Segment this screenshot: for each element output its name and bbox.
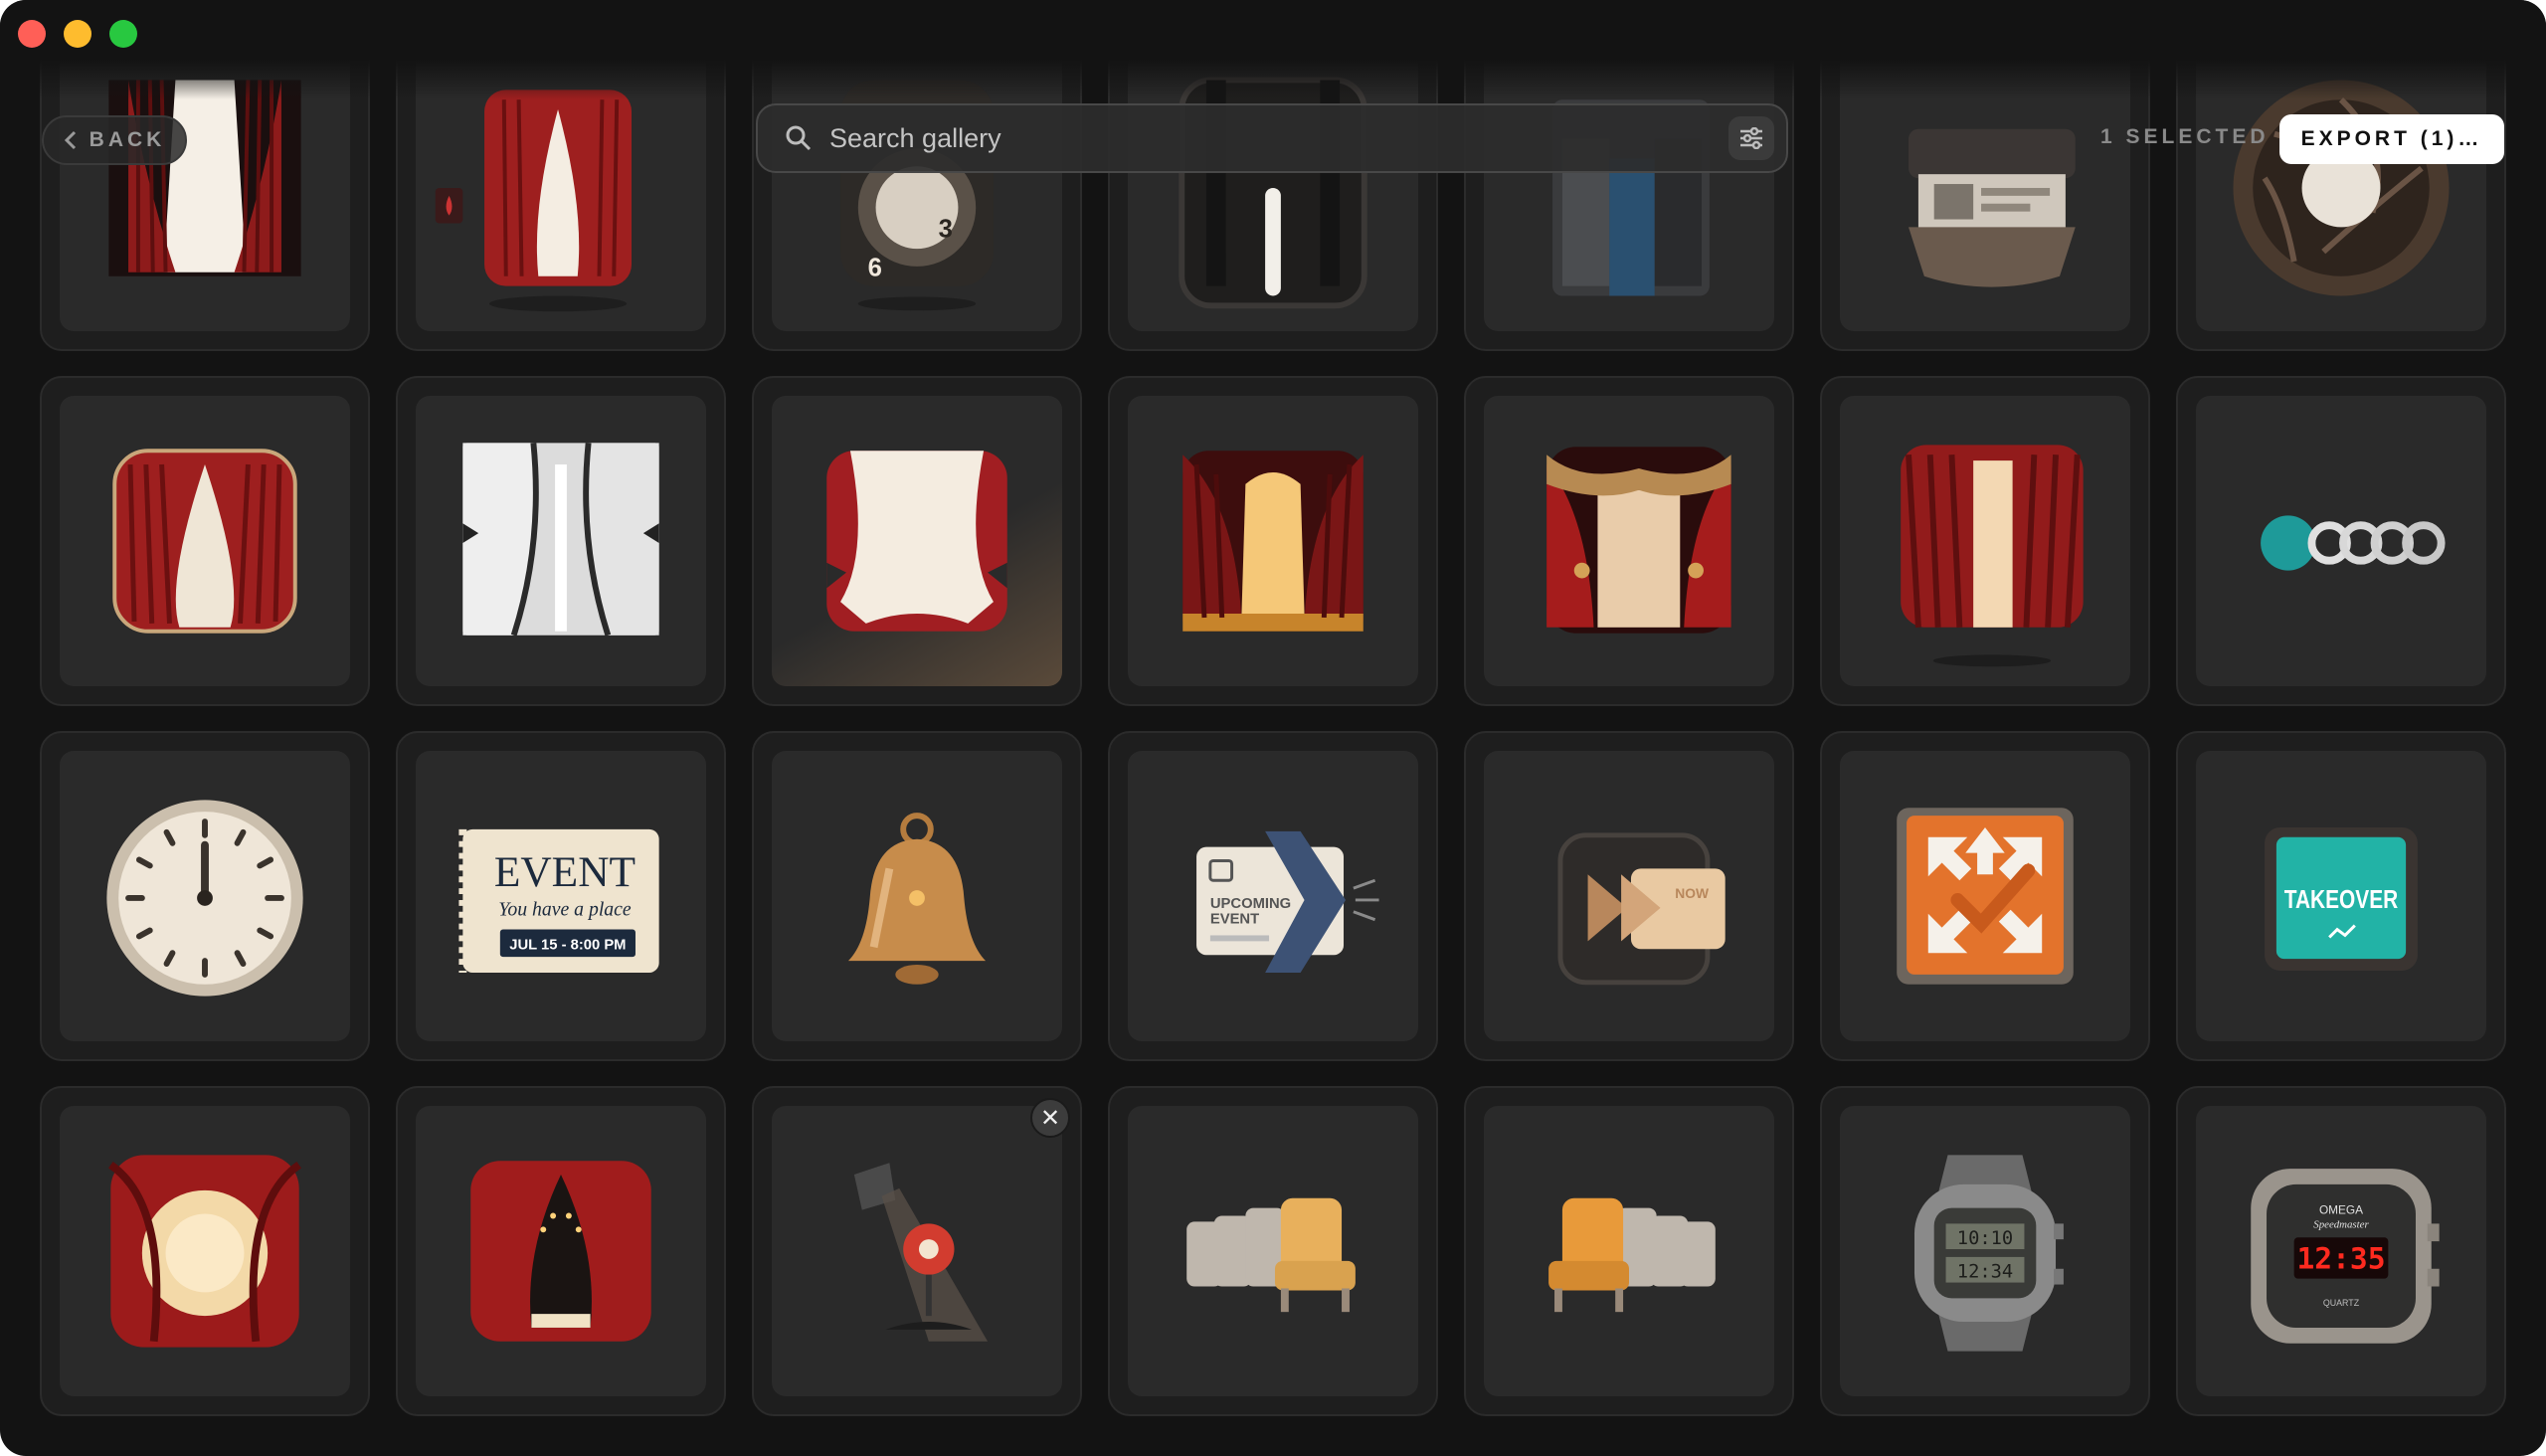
filter-button[interactable] xyxy=(1728,116,1774,160)
gallery-tile[interactable] xyxy=(1464,1086,1794,1416)
event-ticket-date: JUL 15 - 8:00 PM xyxy=(509,937,626,953)
close-window-button[interactable] xyxy=(18,20,46,48)
search-bar[interactable]: Search gallery xyxy=(756,103,1788,173)
white-curtain-panels-icon xyxy=(416,396,706,686)
gallery-tile[interactable] xyxy=(40,731,370,1061)
gallery-tile[interactable] xyxy=(2176,376,2506,706)
search-icon xyxy=(786,125,812,151)
red-curtain-app-icon xyxy=(60,396,350,686)
gallery-tile[interactable]: 10:10 12:34 xyxy=(1820,1086,2150,1416)
gallery-tile[interactable]: NOW xyxy=(1464,731,1794,1061)
event-ticket-icon: EVENT You have a place JUL 15 - 8:00 PM xyxy=(416,751,706,1041)
red-curtain-flat-icon xyxy=(772,396,1062,686)
export-button[interactable]: EXPORT (1)… xyxy=(2279,114,2504,164)
gallery-tile[interactable] xyxy=(1108,376,1438,706)
minimize-window-button[interactable] xyxy=(64,20,91,48)
event-ticket-title: EVENT xyxy=(494,848,636,896)
omega-speedmaster-watch-icon: OMEGA Speedmaster 12:35 QUARTZ xyxy=(2196,1106,2486,1396)
gallery-tile[interactable] xyxy=(1464,376,1794,706)
stage-curtain-light-beam-icon xyxy=(1840,396,2130,686)
back-button[interactable]: BACK xyxy=(42,115,187,165)
curtain-glow-circle-icon xyxy=(60,1106,350,1396)
gallery-tile[interactable]: EVENT You have a place JUL 15 - 8:00 PM xyxy=(396,731,726,1061)
bell-icon xyxy=(772,751,1062,1041)
gallery-tile[interactable] xyxy=(396,1086,726,1416)
wristwatch-time-top: 10:10 xyxy=(1957,1228,2013,1249)
back-button-label: BACK xyxy=(89,128,166,151)
gallery-tile[interactable] xyxy=(396,376,726,706)
remove-tile-button[interactable]: ✕ xyxy=(1030,1098,1070,1138)
event-ticket-subtitle: You have a place xyxy=(498,899,632,921)
gallery-tile[interactable] xyxy=(40,1086,370,1416)
fast-forward-card-icon: NOW xyxy=(1484,751,1774,1041)
curtain-stage-lights-icon xyxy=(416,1106,706,1396)
wall-clock-icon xyxy=(60,751,350,1041)
gallery-tile[interactable]: TAKEOVER xyxy=(2176,731,2506,1061)
digital-wristwatch-icon: 10:10 12:34 xyxy=(1840,1106,2130,1396)
app-window: 3 6 EVENT You have a place JUL 15 - 8:00… xyxy=(0,0,2546,1456)
gallery-tile-selected[interactable] xyxy=(752,376,1082,706)
svg-text:3: 3 xyxy=(939,215,953,243)
gallery-tile[interactable] xyxy=(1108,1086,1438,1416)
upcoming-event-line1: UPCOMING xyxy=(1210,896,1291,912)
search-input[interactable]: Search gallery xyxy=(829,123,1001,154)
progress-dots-icon xyxy=(2196,396,2486,686)
gallery-tile[interactable]: OMEGA Speedmaster 12:35 QUARTZ xyxy=(2176,1086,2506,1416)
watch-brand: OMEGA xyxy=(2319,1203,2363,1217)
sliders-icon xyxy=(1740,127,1762,149)
gallery-tile[interactable] xyxy=(1820,731,2150,1061)
gallery-tile[interactable] xyxy=(40,376,370,706)
watch-movement: QUARTZ xyxy=(2323,1298,2360,1308)
gallery-tile[interactable] xyxy=(752,1086,1082,1416)
svg-text:6: 6 xyxy=(868,255,882,282)
theater-seats-left-icon xyxy=(1484,1106,1774,1396)
stage-curtain-gold-trim-icon xyxy=(1484,396,1774,686)
gallery-grid: 3 6 EVENT You have a place JUL 15 - 8:00… xyxy=(0,0,2546,1456)
window-controls xyxy=(18,20,137,48)
top-bar-background xyxy=(0,0,2546,99)
theater-seats-right-icon xyxy=(1128,1106,1418,1396)
stage-curtain-glow-icon xyxy=(1128,396,1418,686)
upcoming-event-line2: EVENT xyxy=(1210,912,1259,928)
spotlight-location-pin-icon xyxy=(772,1106,1062,1396)
zoom-window-button[interactable] xyxy=(109,20,137,48)
gallery-tile[interactable] xyxy=(1820,376,2150,706)
selected-count: 1 SELECTED xyxy=(2100,125,2270,148)
watch-time: 12:35 xyxy=(2296,1242,2385,1276)
chevron-left-icon xyxy=(64,130,76,150)
watch-model: Speedmaster xyxy=(2313,1218,2369,1230)
takeover-sign-icon: TAKEOVER xyxy=(2196,751,2486,1041)
gallery-tile[interactable]: UPCOMING EVENT xyxy=(1108,731,1438,1061)
upcoming-event-card-icon: UPCOMING EVENT xyxy=(1128,751,1418,1041)
takeover-label: TAKEOVER xyxy=(2284,886,2398,914)
converge-arrows-check-icon xyxy=(1840,751,2130,1041)
wristwatch-time-bottom: 12:34 xyxy=(1957,1262,2013,1283)
fast-forward-badge: NOW xyxy=(1675,885,1710,901)
gallery-tile[interactable] xyxy=(752,731,1082,1061)
